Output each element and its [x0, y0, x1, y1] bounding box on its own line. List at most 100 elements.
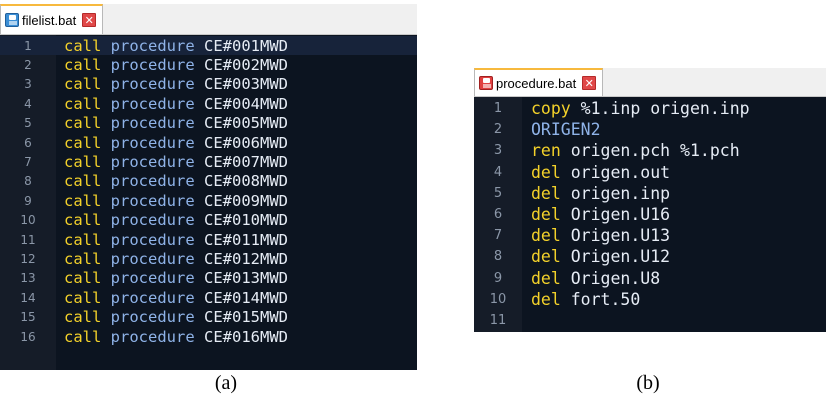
- code-text: call procedure CE#002MWD: [64, 56, 288, 74]
- keyword-token: del: [531, 289, 561, 309]
- argument-token: CE#006MWD: [204, 133, 289, 152]
- code-text: del fort.50: [531, 290, 640, 309]
- code-editor[interactable]: 1 copy %1.inp origen.inp 2 ORIGEN2 3 ren orig…: [474, 97, 826, 332]
- argument-token: CE#012MWD: [204, 250, 289, 269]
- code-text: call procedure CE#005MWD: [64, 114, 288, 132]
- keyword-token: del: [531, 268, 561, 288]
- code-line: 7 del Origen.U13: [474, 225, 826, 246]
- line-number: 16: [20, 329, 36, 344]
- argument-token: CE#007MWD: [204, 153, 289, 172]
- keyword-token: call: [64, 75, 102, 94]
- keyword-token: del: [531, 183, 561, 203]
- line-number: 6: [24, 135, 32, 150]
- tab-bar: procedure.bat ✕: [474, 68, 826, 97]
- close-tab-icon[interactable]: ✕: [582, 76, 597, 90]
- code-text: call procedure CE#003MWD: [64, 75, 288, 93]
- line-number: 6: [493, 207, 503, 223]
- procedure-token: procedure: [110, 114, 195, 133]
- line-number: 8: [24, 174, 32, 189]
- line-number: 9: [493, 270, 503, 286]
- argument-token: origen.inp: [560, 183, 671, 203]
- line-number: 8: [493, 249, 503, 265]
- code-line: 15 call procedure CE#015MWD: [0, 308, 417, 327]
- line-number: 2: [493, 122, 503, 138]
- code-text: ren origen.pch %1.pch: [531, 141, 740, 160]
- procedure-token: procedure: [110, 211, 195, 230]
- tab-label: filelist.bat: [22, 12, 77, 28]
- tab-bar: filelist.bat ✕: [0, 4, 417, 35]
- code-text: call procedure CE#008MWD: [64, 172, 288, 190]
- code-line: 11: [474, 310, 826, 331]
- line-number: 12: [20, 252, 36, 267]
- code-line: 2 call procedure CE#002MWD: [0, 55, 417, 74]
- argument-token: fort.50: [560, 289, 641, 309]
- keyword-token: call: [64, 114, 102, 133]
- code-editor[interactable]: 1 call procedure CE#001MWD 2 call procedure…: [0, 35, 417, 370]
- argument-token: CE#005MWD: [204, 114, 289, 133]
- argument-token: CE#001MWD: [204, 36, 289, 55]
- code-text: call procedure CE#001MWD: [64, 37, 288, 55]
- code-line: 10 del fort.50: [474, 289, 826, 310]
- argument-token: Origen.U12: [560, 247, 671, 267]
- code-text: call procedure CE#009MWD: [64, 192, 288, 210]
- keyword-token: call: [64, 288, 102, 307]
- argument-token: CE#011MWD: [204, 230, 289, 249]
- code-text: call procedure CE#013MWD: [64, 269, 288, 287]
- keyword-token: call: [64, 133, 102, 152]
- tab-filelist[interactable]: filelist.bat ✕: [0, 4, 104, 34]
- code-text: del Origen.U13: [531, 226, 670, 245]
- keyword-token: call: [64, 230, 102, 249]
- argument-token: origen.out: [560, 162, 671, 182]
- code-text: call procedure CE#016MWD: [64, 328, 288, 346]
- argument-token: CE#009MWD: [204, 191, 289, 210]
- line-number: 5: [493, 185, 503, 201]
- argument-token: CE#002MWD: [204, 56, 289, 75]
- line-number: 5: [24, 116, 32, 131]
- keyword-token: call: [64, 327, 102, 346]
- code-text: call procedure CE#014MWD: [64, 289, 288, 307]
- code-text: del Origen.U8: [531, 269, 660, 288]
- keyword-token: del: [531, 162, 561, 182]
- close-tab-icon[interactable]: ✕: [82, 13, 97, 27]
- keyword-token: call: [64, 269, 102, 288]
- code-line: 3 ren origen.pch %1.pch: [474, 140, 826, 161]
- keyword-token: del: [531, 205, 561, 225]
- code-line: 4 call procedure CE#004MWD: [0, 94, 417, 113]
- line-number: 11: [20, 232, 36, 247]
- argument-token: CE#013MWD: [204, 269, 289, 288]
- tab-procedure[interactable]: procedure.bat ✕: [474, 68, 604, 96]
- argument-token: CE#008MWD: [204, 172, 289, 191]
- code-line: 3 call procedure CE#003MWD: [0, 75, 417, 94]
- code-text: call procedure CE#012MWD: [64, 250, 288, 268]
- code-text: del origen.out: [531, 163, 670, 182]
- procedure-token: procedure: [110, 191, 195, 210]
- keyword-token: call: [64, 36, 102, 55]
- keyword-token: call: [64, 191, 102, 210]
- line-number: 7: [24, 155, 32, 170]
- code-text: ORIGEN2: [531, 120, 601, 139]
- procedure-token: procedure: [110, 75, 195, 94]
- procedure-token: procedure: [110, 172, 195, 191]
- caption-b: (b): [636, 372, 660, 394]
- command-token: ORIGEN2: [531, 120, 601, 140]
- line-number: 4: [24, 96, 32, 111]
- line-number: 11: [489, 313, 507, 329]
- line-number: 10: [20, 213, 36, 228]
- code-line: 9 call procedure CE#009MWD: [0, 191, 417, 210]
- keyword-token: del: [531, 247, 561, 267]
- code-line: 11 call procedure CE#011MWD: [0, 230, 417, 249]
- procedure-token: procedure: [110, 133, 195, 152]
- procedure-token: procedure: [110, 36, 195, 55]
- keyword-token: del: [531, 226, 561, 246]
- code-line: 1 copy %1.inp origen.inp: [474, 98, 826, 119]
- code-line: 5 del origen.inp: [474, 183, 826, 204]
- line-number: 14: [20, 290, 36, 305]
- code-text: call procedure CE#006MWD: [64, 134, 288, 152]
- argument-token: %1.inp origen.inp: [570, 99, 750, 119]
- line-number: 10: [489, 291, 507, 307]
- procedure-token: procedure: [110, 269, 195, 288]
- code-text: call procedure CE#007MWD: [64, 153, 288, 171]
- tab-label: procedure.bat: [496, 75, 577, 91]
- code-line: 8 call procedure CE#008MWD: [0, 172, 417, 191]
- keyword-token: call: [64, 211, 102, 230]
